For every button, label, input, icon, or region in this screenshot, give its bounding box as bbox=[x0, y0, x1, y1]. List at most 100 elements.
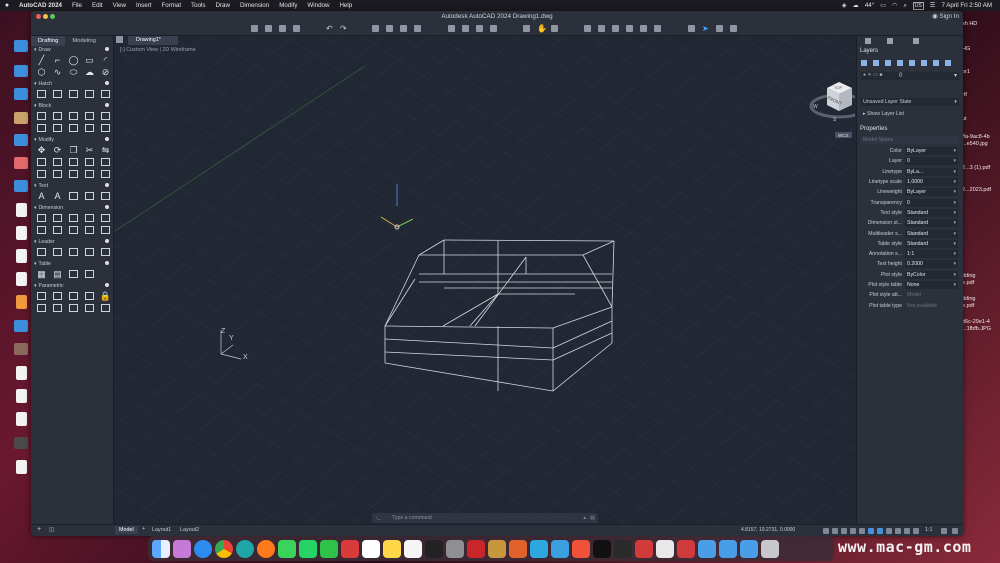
desktop-document-icon[interactable] bbox=[16, 412, 27, 426]
leader-icon[interactable] bbox=[35, 247, 48, 257]
table-small-icon[interactable] bbox=[99, 89, 112, 99]
layer-off-icon[interactable] bbox=[612, 25, 619, 32]
multileader-icon[interactable] bbox=[51, 247, 64, 257]
desktop-file-label[interactable]: e.pdf bbox=[962, 280, 974, 286]
trash-icon[interactable] bbox=[761, 539, 779, 558]
tab-layout1[interactable]: Layout1 bbox=[152, 527, 171, 533]
dim-style-icon[interactable] bbox=[99, 213, 112, 223]
palette-section-draw[interactable]: Draw bbox=[31, 46, 113, 53]
messages-icon[interactable] bbox=[278, 539, 296, 558]
save-icon[interactable] bbox=[279, 25, 286, 32]
property-value[interactable]: Standard ▾ bbox=[905, 208, 958, 217]
ortho-icon[interactable] bbox=[850, 528, 856, 534]
polar-icon[interactable] bbox=[859, 528, 865, 534]
baseline-dim-icon[interactable] bbox=[35, 225, 48, 235]
start-tab-icon[interactable] bbox=[116, 36, 123, 43]
rotate-icon[interactable]: ⟳ bbox=[51, 145, 64, 155]
trim-icon[interactable]: ✂ bbox=[83, 145, 96, 155]
firefox-icon[interactable] bbox=[257, 539, 275, 558]
block-c-icon[interactable] bbox=[67, 123, 80, 133]
dimensional-icon[interactable] bbox=[51, 291, 64, 301]
extract-icon[interactable] bbox=[83, 269, 96, 279]
temperature[interactable]: 44° bbox=[865, 2, 874, 9]
documents-folder-icon[interactable] bbox=[719, 539, 737, 558]
property-value[interactable]: Standard ▾ bbox=[905, 239, 958, 248]
desktop-folder-icon[interactable] bbox=[14, 180, 28, 192]
apple-menu-icon[interactable]: ● bbox=[0, 2, 14, 9]
layer-tool-icon[interactable] bbox=[945, 60, 951, 66]
properties-tab-icon[interactable] bbox=[887, 38, 893, 44]
desktop-document-icon[interactable] bbox=[16, 226, 27, 240]
measure-icon[interactable] bbox=[640, 25, 647, 32]
menu-window[interactable]: Window bbox=[302, 2, 334, 9]
collect-leader-icon[interactable] bbox=[83, 247, 96, 257]
selection-cycling-icon[interactable] bbox=[904, 528, 910, 534]
layer-tool-icon[interactable] bbox=[933, 60, 939, 66]
desktop-archive-icon[interactable] bbox=[14, 112, 28, 124]
customize-icon[interactable] bbox=[952, 528, 958, 534]
section-options-icon[interactable] bbox=[105, 205, 109, 209]
compressor-icon[interactable] bbox=[614, 539, 632, 558]
explode-icon[interactable] bbox=[51, 169, 64, 179]
space-selector[interactable]: Model Space bbox=[861, 136, 959, 144]
dwg-compare-icon[interactable] bbox=[476, 25, 483, 32]
menu-draw[interactable]: Draw bbox=[211, 2, 235, 9]
region-icon[interactable] bbox=[83, 89, 96, 99]
unarchiver-icon[interactable] bbox=[635, 539, 653, 558]
minimize-window-button[interactable] bbox=[43, 14, 48, 19]
downloads-folder-icon[interactable] bbox=[740, 539, 758, 558]
join-icon[interactable] bbox=[67, 169, 80, 179]
search-icon[interactable]: ⌕ bbox=[903, 2, 906, 10]
data-link-icon[interactable] bbox=[67, 269, 80, 279]
swift-app-icon[interactable] bbox=[572, 539, 590, 558]
ordinate-dim-icon[interactable] bbox=[67, 225, 80, 235]
layer-tool-icon[interactable] bbox=[861, 60, 867, 66]
layer-tool-icon[interactable] bbox=[885, 60, 891, 66]
desktop-image-icon[interactable] bbox=[14, 437, 28, 449]
zoom-window-button[interactable] bbox=[50, 14, 55, 19]
palette-section-block[interactable]: Block bbox=[31, 102, 113, 109]
desktop-document-icon[interactable] bbox=[16, 249, 27, 263]
radius-dim-icon[interactable] bbox=[83, 213, 96, 223]
tab-model[interactable]: Model bbox=[115, 526, 138, 534]
mtext-icon[interactable]: A bbox=[35, 191, 48, 201]
block-d-icon[interactable] bbox=[83, 123, 96, 133]
section-options-icon[interactable] bbox=[105, 183, 109, 187]
wifi-icon[interactable]: ◠ bbox=[892, 2, 897, 9]
notes-icon[interactable] bbox=[383, 539, 401, 558]
tab-layout2[interactable]: Layout2 bbox=[180, 527, 199, 533]
layers-tab-icon[interactable] bbox=[865, 38, 871, 44]
command-line[interactable]: ›_ Type a command ▴ ▤ bbox=[372, 513, 598, 523]
add-layout-icon[interactable]: + bbox=[142, 526, 145, 532]
line-icon[interactable]: ╱ bbox=[35, 55, 48, 65]
command-history-icon[interactable]: ▤ bbox=[590, 513, 595, 523]
lock-icon[interactable]: 🔒 bbox=[99, 291, 112, 301]
close-window-button[interactable] bbox=[36, 14, 41, 19]
finder-icon[interactable] bbox=[152, 539, 170, 558]
calculator-icon[interactable] bbox=[688, 25, 695, 32]
safari-icon[interactable] bbox=[194, 539, 212, 558]
menu-app-name[interactable]: AutoCAD 2024 bbox=[14, 2, 67, 9]
desktop-image-icon[interactable] bbox=[14, 343, 28, 355]
pixelmator-icon[interactable] bbox=[509, 539, 527, 558]
desktop-document-icon[interactable] bbox=[16, 389, 27, 403]
desktop-file-label[interactable]: e.pdf bbox=[962, 303, 974, 309]
show-constraints-icon[interactable] bbox=[67, 291, 80, 301]
geometric-icon[interactable] bbox=[35, 291, 48, 301]
section-options-icon[interactable] bbox=[105, 47, 109, 51]
view-controls[interactable]: [-] Custom View | 2D Wireframe bbox=[120, 47, 196, 53]
menu-file[interactable]: File bbox=[67, 2, 87, 9]
mirror-icon[interactable]: ⇋ bbox=[99, 145, 112, 155]
property-value[interactable]: Standard ▾ bbox=[905, 219, 958, 228]
tolerance-icon[interactable] bbox=[99, 225, 112, 235]
insert-block-icon[interactable] bbox=[35, 111, 48, 121]
copy-icon[interactable]: ❐ bbox=[67, 145, 80, 155]
battery-icon[interactable]: ▭ bbox=[880, 2, 886, 9]
palette-section-text[interactable]: Text bbox=[31, 182, 113, 189]
applications-folder-icon[interactable] bbox=[698, 539, 716, 558]
model-space-icon[interactable] bbox=[823, 528, 829, 534]
lineweight-icon[interactable] bbox=[886, 528, 892, 534]
menu-dimension[interactable]: Dimension bbox=[235, 2, 274, 9]
fillet-icon[interactable] bbox=[67, 157, 80, 167]
menu-help[interactable]: Help bbox=[334, 2, 357, 9]
